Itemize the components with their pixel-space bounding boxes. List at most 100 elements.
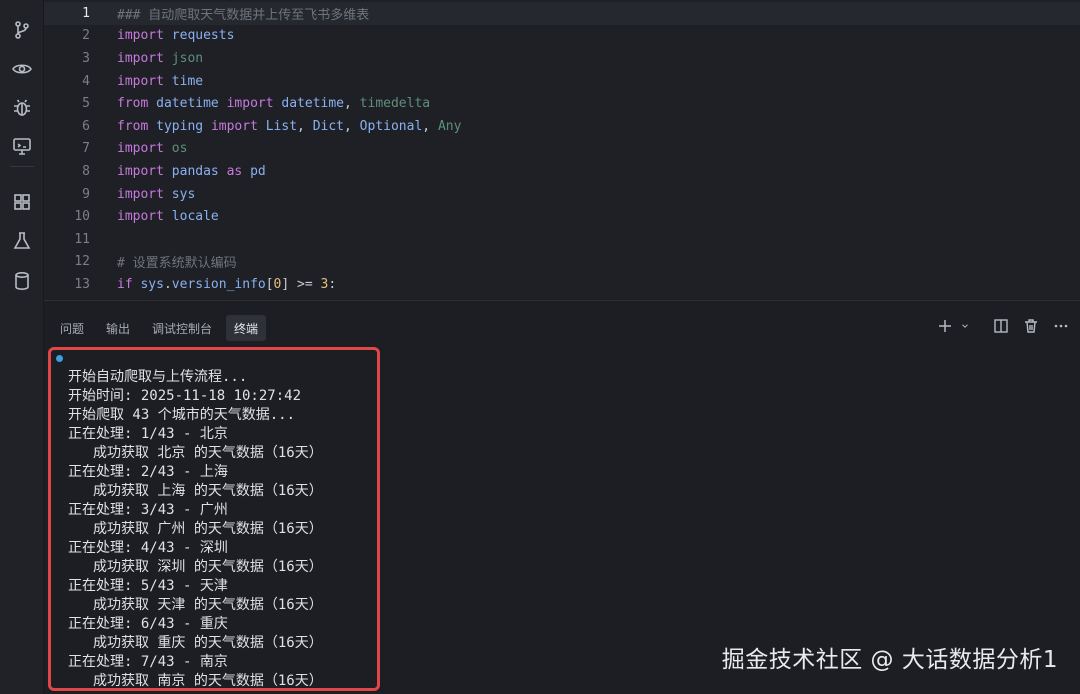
database-icon[interactable]: [10, 269, 34, 293]
line-number: 10: [74, 209, 90, 225]
code-token: Dict: [312, 118, 345, 134]
line-number: 8: [82, 163, 90, 179]
code-text: import os: [117, 141, 187, 156]
code-token: import: [210, 118, 258, 134]
code-text: # 设置系统默认编码: [117, 252, 237, 271]
panel-tab[interactable]: 终端: [226, 315, 267, 341]
terminal-line: 开始自动爬取与上传流程...: [68, 369, 248, 385]
code-token: ### 自动爬取天气数据并上传至飞书多维表: [117, 7, 370, 23]
code-token: import: [117, 163, 164, 179]
code-token: import: [117, 209, 164, 225]
code-token: import: [117, 73, 164, 89]
code-token: locale: [163, 209, 219, 225]
code-line[interactable]: 10 import locale: [44, 205, 1080, 228]
code-line[interactable]: 1 ### 自动爬取天气数据并上传至飞书多维表: [44, 2, 1080, 25]
panel-tab[interactable]: 输出: [98, 315, 138, 341]
panel-tabs: 问题 输出 调试控制台 终端: [52, 315, 267, 341]
code-token: json: [163, 50, 204, 66]
split-icon[interactable]: [992, 317, 1010, 335]
terminal-line: 正在处理: 7/43 - 南京: [68, 654, 228, 670]
code-text: import requests: [117, 28, 234, 43]
code-token: import: [117, 141, 164, 157]
code-token: ,: [422, 118, 438, 134]
panel-tab[interactable]: 问题: [52, 315, 92, 341]
line-number: 3: [82, 50, 90, 66]
code-token: ,: [344, 96, 360, 112]
code-token: from: [117, 118, 149, 134]
code-token: import: [226, 96, 274, 112]
code-token: ,: [344, 118, 360, 134]
terminal-lines: 开始自动爬取与上传流程... 开始时间: 2025-11-18 10:27:42 开…: [68, 368, 323, 689]
code-token: Optional: [359, 118, 423, 134]
code-line[interactable]: 5 from datetime import datetime, timedelt…: [44, 92, 1080, 115]
code-line[interactable]: 8 import pandas as pd: [44, 160, 1080, 183]
add-icon[interactable]: [936, 317, 954, 335]
line-number: 7: [82, 141, 90, 157]
eye-icon[interactable]: [10, 57, 34, 81]
code-line[interactable]: 6 from typing import List, Dict, Optional…: [44, 115, 1080, 138]
code-token: ,: [297, 118, 313, 134]
line-number: 2: [82, 28, 90, 44]
code-token: List: [257, 118, 298, 134]
flask-icon[interactable]: [10, 229, 34, 253]
code-line[interactable]: 4 import time: [44, 70, 1080, 93]
code-token: .: [163, 276, 172, 292]
code-token: as: [226, 163, 243, 179]
code-line[interactable]: 11: [44, 228, 1080, 251]
code-editor[interactable]: 1 ### 自动爬取天气数据并上传至飞书多维表 2 import requests 3 i…: [44, 0, 1080, 300]
code-line[interactable]: 3 import json: [44, 47, 1080, 70]
code-token: typing: [148, 118, 211, 134]
code-line[interactable]: 2 import requests: [44, 25, 1080, 48]
code-token: datetime: [273, 96, 345, 112]
line-number: 1: [82, 5, 90, 21]
terminal-status-dot: [56, 355, 63, 362]
trash-icon[interactable]: [1022, 317, 1040, 335]
activity-separator: [10, 166, 34, 167]
code-line[interactable]: 13 if sys.version_info[0] >= 3:: [44, 273, 1080, 296]
code-token: os: [163, 141, 188, 157]
terminal-line: 正在处理: 2/43 - 上海: [68, 464, 228, 480]
code-token: if: [117, 276, 133, 292]
code-line[interactable]: 12 # 设置系统默认编码: [44, 251, 1080, 274]
watermark: 掘金技术社区 @ 大话数据分析1: [721, 647, 1058, 673]
line-number: 11: [74, 231, 90, 247]
code-token: datetime: [148, 96, 227, 112]
code-text: from typing import List, Dict, Optional,…: [117, 119, 461, 134]
code-token: [: [265, 276, 274, 292]
code-token: pandas: [163, 163, 227, 179]
code-line[interactable]: 7 import os: [44, 138, 1080, 161]
terminal-line: 成功获取 重庆 的天气数据（16天）: [93, 635, 323, 651]
terminal-output-highlight[interactable]: 开始自动爬取与上传流程... 开始时间: 2025-11-18 10:27:42 开…: [48, 347, 380, 691]
panel-tab[interactable]: 调试控制台: [144, 315, 220, 341]
terminal-line: 正在处理: 6/43 - 重庆: [68, 616, 228, 632]
terminal-line: 正在处理: 4/43 - 深圳: [68, 540, 228, 556]
extensions-icon[interactable]: [10, 190, 34, 214]
code-text: if sys.version_info[0] >= 3:: [117, 277, 336, 292]
code-text: ### 自动爬取天气数据并上传至飞书多维表: [117, 4, 369, 23]
line-number: 9: [82, 186, 90, 202]
code-token: ] >=: [281, 276, 321, 292]
line-number: 4: [82, 73, 90, 89]
bug-icon[interactable]: [10, 96, 34, 120]
code-token: sys: [163, 186, 196, 202]
activity-bar: [0, 0, 44, 694]
code-token: requests: [163, 28, 235, 44]
code-line[interactable]: 9 import sys: [44, 183, 1080, 206]
code-token: import: [117, 50, 164, 66]
chevron-down-icon[interactable]: [960, 317, 970, 335]
terminal-line: 开始爬取 43 个城市的天气数据...: [68, 407, 296, 423]
code-text: from datetime import datetime, timedelta: [117, 96, 430, 111]
code-token: pd: [242, 163, 266, 179]
code-token: version_info: [171, 276, 266, 292]
terminal-line: 正在处理: 1/43 - 北京: [68, 426, 228, 442]
code-token: import: [117, 186, 164, 202]
line-number: 5: [82, 96, 90, 112]
terminal-line: 成功获取 深圳 的天气数据（16天）: [93, 559, 323, 575]
remote-monitor-icon[interactable]: [10, 134, 34, 158]
more-icon[interactable]: [1052, 317, 1070, 335]
source-control-icon[interactable]: [10, 18, 34, 42]
code-text: import time: [117, 74, 203, 89]
code-token: Any: [437, 118, 462, 134]
terminal-line: 成功获取 南京 的天气数据（16天）: [93, 673, 323, 689]
code-text: import locale: [117, 209, 219, 224]
